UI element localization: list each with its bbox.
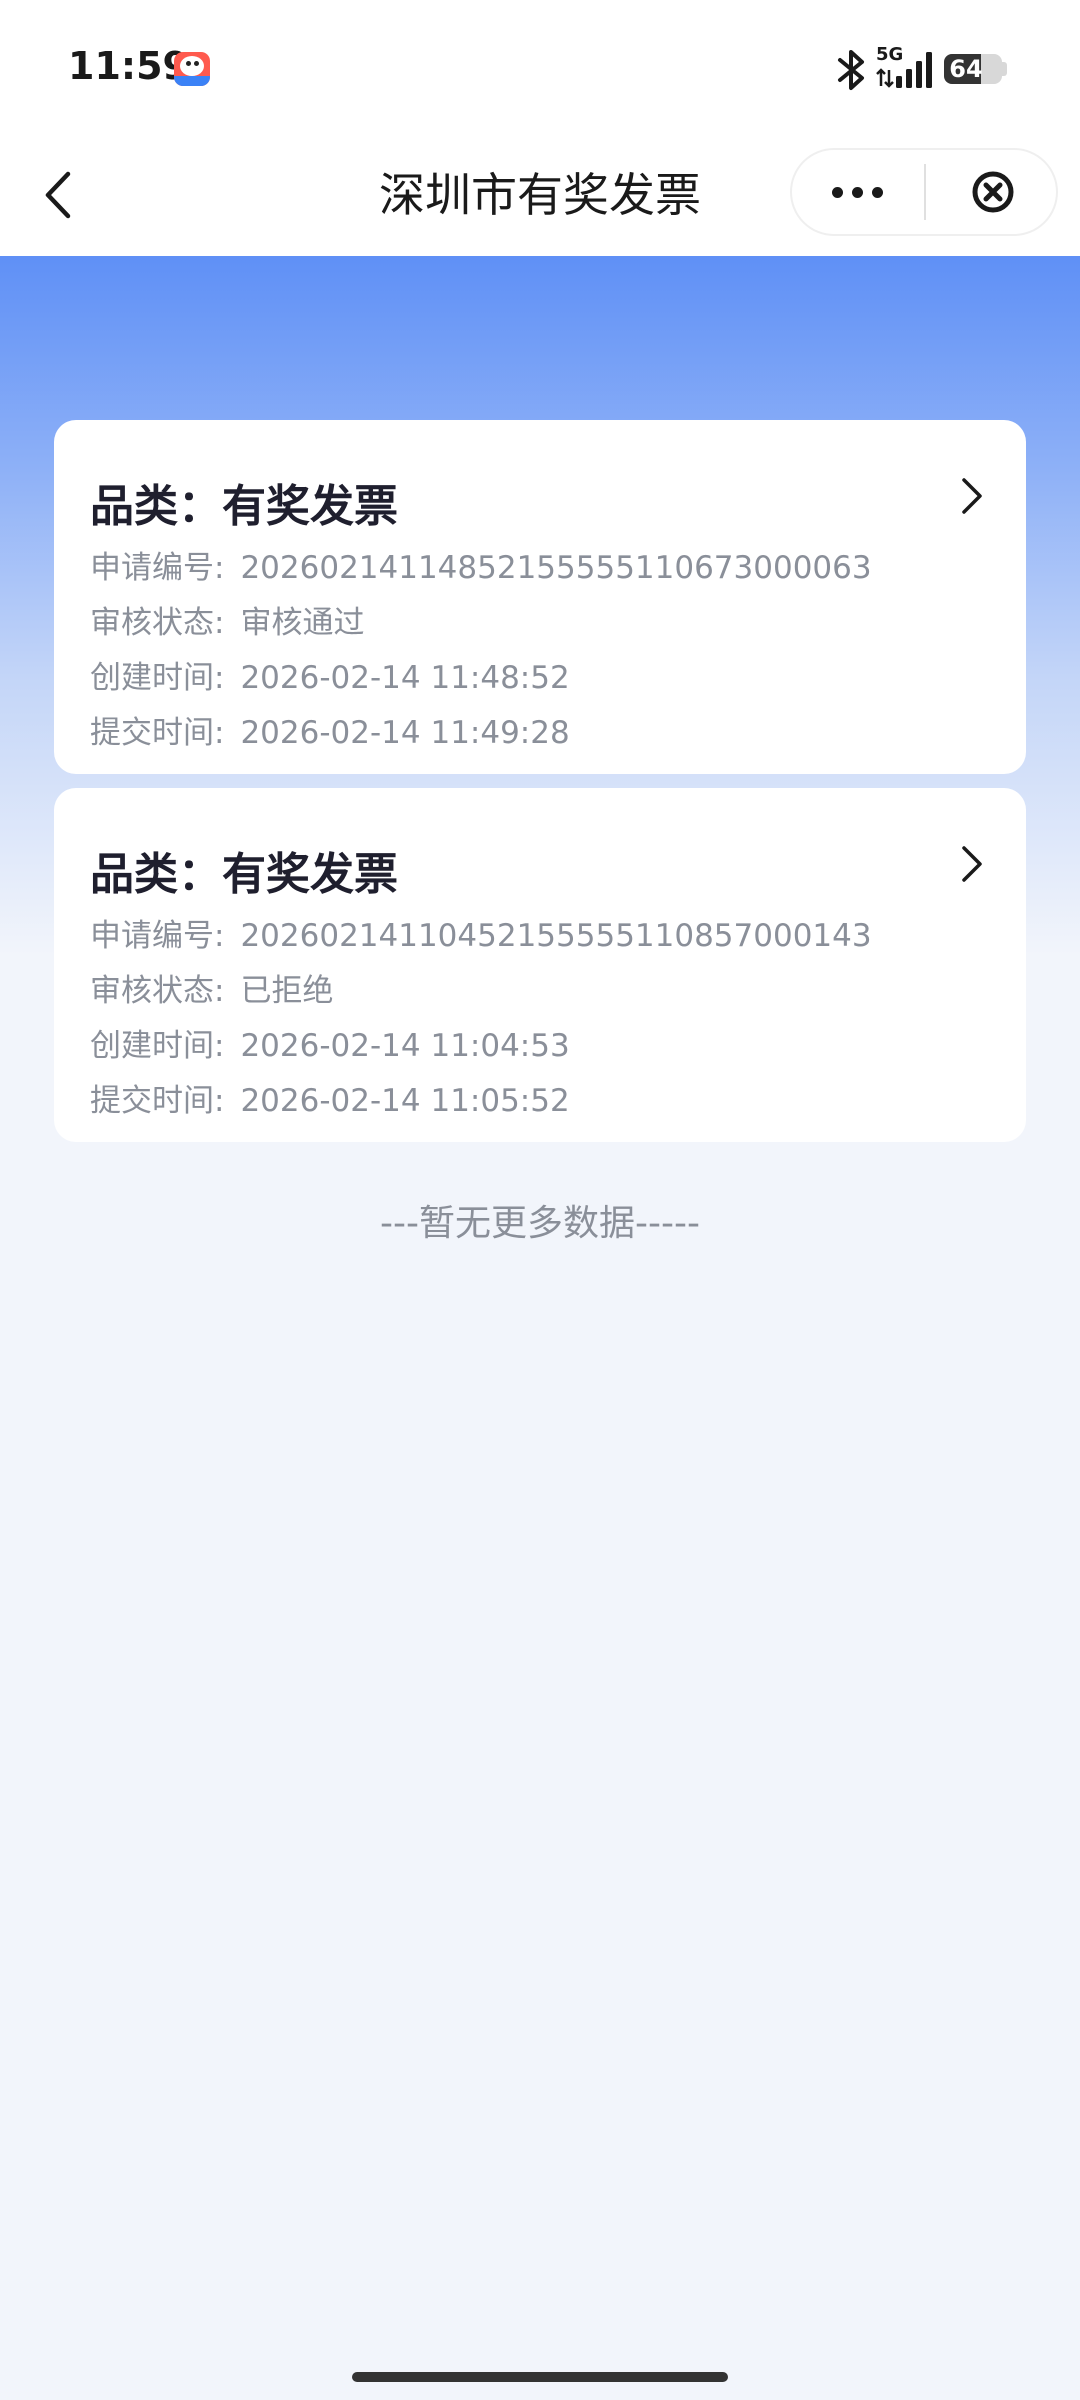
row-value: 20260214110452155555110857000143	[240, 918, 872, 954]
review-status-row: 审核状态: 已拒绝	[90, 965, 333, 1010]
more-button[interactable]	[792, 150, 924, 234]
row-label: 审核状态:	[90, 605, 225, 641]
status-time: 11:59	[68, 44, 189, 88]
more-dots-icon	[832, 187, 843, 198]
battery-tip	[1002, 62, 1007, 76]
row-value: 2026-02-14 11:49:28	[240, 715, 570, 751]
review-status-row: 审核状态: 审核通过	[90, 597, 364, 642]
back-button[interactable]	[30, 160, 90, 230]
row-label: 提交时间:	[90, 715, 225, 751]
row-value: 2026-02-14 11:48:52	[240, 660, 570, 696]
bluetooth-icon	[838, 50, 864, 90]
submitted-time-row: 提交时间: 2026-02-14 11:49:28	[90, 707, 570, 752]
app-badge-icon	[174, 52, 210, 86]
record-title: 品类：有奖发票	[90, 481, 398, 532]
page-title: 深圳市有奖发票	[379, 168, 701, 222]
created-time-row: 创建时间: 2026-02-14 11:48:52	[90, 652, 570, 697]
battery-icon: 64	[944, 54, 1002, 84]
status-bar: 11:59 5G 64	[0, 0, 1080, 140]
nav-bar: 深圳市有奖发票	[0, 140, 1080, 256]
no-more-data-text: ---暂无更多数据-----	[380, 1203, 700, 1244]
chevron-right-icon	[962, 846, 982, 882]
home-indicator[interactable]	[352, 2372, 728, 2382]
row-label: 创建时间:	[90, 1028, 225, 1064]
application-number-row: 申请编号: 20260214114852155555110673000063	[90, 542, 872, 587]
chevron-right-icon	[962, 478, 982, 514]
row-value: 审核通过	[240, 605, 365, 641]
row-label: 创建时间:	[90, 660, 225, 696]
row-value: 2026-02-14 11:05:52	[240, 1083, 570, 1119]
row-value: 2026-02-14 11:04:53	[240, 1028, 570, 1064]
row-label: 提交时间:	[90, 1083, 225, 1119]
mini-program-capsule	[790, 148, 1058, 236]
data-arrows-icon	[876, 68, 894, 88]
row-value: 20260214114852155555110673000063	[240, 550, 872, 586]
row-label: 审核状态:	[90, 973, 225, 1009]
record-card[interactable]: 品类：有奖发票 申请编号: 202602141104521555551108570…	[54, 788, 1026, 1142]
row-label: 申请编号:	[90, 550, 225, 586]
record-card[interactable]: 品类：有奖发票 申请编号: 202602141148521555551106730…	[54, 420, 1026, 774]
record-title: 品类：有奖发票	[90, 849, 398, 900]
submitted-time-row: 提交时间: 2026-02-14 11:05:52	[90, 1075, 570, 1120]
row-label: 申请编号:	[90, 918, 225, 954]
application-number-row: 申请编号: 20260214110452155555110857000143	[90, 910, 872, 955]
created-time-row: 创建时间: 2026-02-14 11:04:53	[90, 1020, 570, 1065]
close-circle-icon[interactable]	[926, 150, 1056, 234]
signal-icon	[896, 52, 932, 88]
page: 11:59 5G 64 深圳市有奖发票 品类：有奖发票 申请编号: 202602…	[0, 0, 1080, 2400]
row-value: 已拒绝	[240, 973, 334, 1009]
battery-level-text: 64	[949, 55, 983, 83]
